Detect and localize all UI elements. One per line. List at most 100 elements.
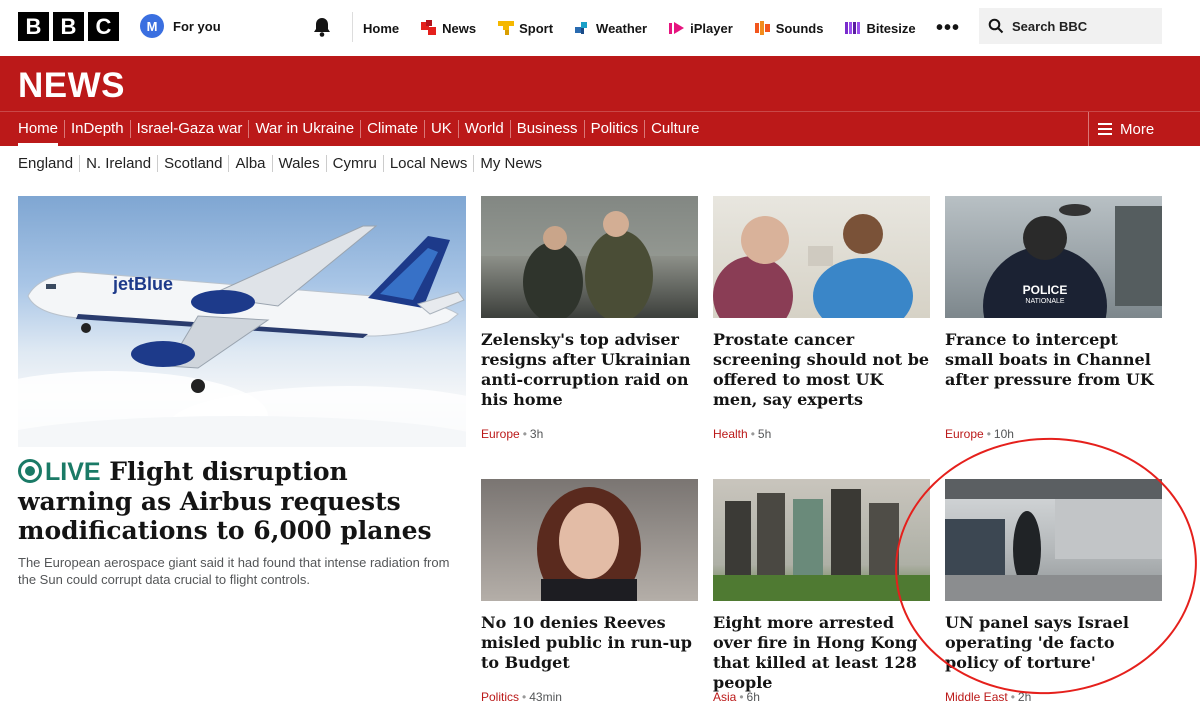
- story-meta: Europe • 10h: [945, 427, 1014, 441]
- for-you-label: For you: [173, 18, 221, 34]
- for-you-button[interactable]: M For you: [140, 14, 221, 38]
- story-image: [481, 196, 698, 318]
- story-card[interactable]: No 10 denies Reeves misled public in run…: [481, 479, 698, 673]
- logo-letter: B: [53, 12, 84, 41]
- news-title[interactable]: NEWS: [18, 66, 125, 106]
- section-business[interactable]: Business: [511, 120, 585, 138]
- story-card[interactable]: Eight more arrested over fire in Hong Ko…: [713, 479, 930, 693]
- section-more-button[interactable]: More: [1088, 112, 1200, 146]
- story-card[interactable]: UN panel says Israel operating 'de facto…: [945, 479, 1162, 673]
- lead-headline[interactable]: LIVE Flight disruption warning as Airbus…: [18, 457, 468, 545]
- story-title: France to intercept small boats in Chann…: [945, 330, 1154, 389]
- story-time: 10h: [993, 427, 1014, 441]
- weather-icon: [575, 22, 588, 34]
- story-time: 43min: [529, 690, 562, 704]
- nav-label: Weather: [596, 20, 648, 36]
- region-n-ireland[interactable]: N. Ireland: [80, 154, 159, 172]
- section-world[interactable]: World: [459, 120, 511, 138]
- section-politics[interactable]: Politics: [585, 120, 646, 138]
- search-icon: [988, 18, 1004, 34]
- story-title: Eight more arrested over fire in Hong Ko…: [713, 613, 918, 692]
- section-uk[interactable]: UK: [425, 120, 459, 138]
- news-header: NEWS: [0, 56, 1200, 111]
- story-card[interactable]: Prostate cancer screening should not be …: [713, 196, 930, 410]
- story-title: No 10 denies Reeves misled public in run…: [481, 613, 692, 672]
- live-label: LIVE: [45, 458, 101, 486]
- region-alba[interactable]: Alba: [229, 154, 273, 172]
- airplane-image: jetBlue: [18, 225, 466, 447]
- lead-summary: The European aerospace giant said it had…: [18, 555, 450, 587]
- story-image: [713, 196, 930, 318]
- story-meta: Europe • 3h: [481, 427, 544, 441]
- story-image: [945, 479, 1162, 601]
- story-time: 5h: [757, 427, 772, 441]
- lead-story-image[interactable]: jetBlue: [18, 196, 466, 447]
- story-meta: Middle East • 2h: [945, 690, 1032, 704]
- bitesize-icon: [845, 22, 861, 34]
- region-england[interactable]: England: [12, 154, 81, 172]
- nav-news[interactable]: News: [410, 0, 487, 56]
- logo-letter: C: [88, 12, 119, 41]
- nav-label: Bitesize: [866, 20, 916, 36]
- section-nav: Home InDepth Israel-Gaza war War in Ukra…: [0, 111, 1200, 147]
- region-scotland[interactable]: Scotland: [158, 154, 230, 172]
- section-home[interactable]: Home: [12, 120, 66, 147]
- story-meta: Asia • 6h: [713, 690, 760, 704]
- bell-icon[interactable]: [312, 16, 332, 38]
- nav-label: News: [442, 20, 477, 36]
- nav-iplayer[interactable]: iPlayer: [658, 0, 744, 56]
- section-culture[interactable]: Culture: [645, 120, 705, 138]
- story-tag[interactable]: Asia: [713, 690, 736, 704]
- section-indepth[interactable]: InDepth: [65, 120, 131, 138]
- nav-sounds[interactable]: Sounds: [744, 0, 835, 56]
- story-card[interactable]: Zelensky's top adviser resigns after Ukr…: [481, 196, 698, 410]
- live-badge: LIVE: [18, 458, 101, 486]
- nav-label: iPlayer: [690, 20, 733, 36]
- logo-letter: B: [18, 12, 49, 41]
- story-tag[interactable]: Europe: [481, 427, 520, 441]
- story-card[interactable]: POLICE NATIONALE France to intercept sma…: [945, 196, 1162, 390]
- hamburger-icon: [1098, 123, 1112, 135]
- police-text: POLICE: [1023, 283, 1068, 297]
- story-tag[interactable]: Health: [713, 427, 748, 441]
- bbc-top-bar: B B C M For you Home News Sport Weather …: [0, 0, 1200, 56]
- search-placeholder: Search BBC: [1012, 18, 1088, 34]
- avatar: M: [140, 14, 164, 38]
- section-climate[interactable]: Climate: [361, 120, 425, 138]
- bbc-logo[interactable]: B B C: [18, 12, 119, 41]
- nav-bitesize[interactable]: Bitesize: [834, 0, 926, 56]
- more-menu-icon[interactable]: •••: [936, 17, 960, 40]
- news-icon: [421, 20, 437, 35]
- story-tag[interactable]: Europe: [945, 427, 984, 441]
- story-time: 6h: [746, 690, 760, 704]
- nav-label: Sport: [519, 20, 554, 36]
- region-my-news[interactable]: My News: [474, 155, 548, 172]
- section-israel-gaza[interactable]: Israel-Gaza war: [131, 120, 250, 138]
- story-image: POLICE NATIONALE: [945, 196, 1162, 318]
- story-title: Prostate cancer screening should not be …: [713, 330, 930, 409]
- sport-icon: [498, 21, 515, 35]
- story-time: 3h: [529, 427, 544, 441]
- airline-text: jetBlue: [112, 274, 173, 294]
- story-image: [481, 479, 698, 601]
- nav-weather[interactable]: Weather: [564, 0, 658, 56]
- story-tag[interactable]: Middle East: [945, 690, 1008, 704]
- section-ukraine[interactable]: War in Ukraine: [249, 120, 362, 138]
- region-cymru[interactable]: Cymru: [327, 154, 384, 172]
- sounds-icon: [754, 21, 770, 35]
- nav-sport[interactable]: Sport: [487, 0, 564, 56]
- live-icon: [18, 459, 42, 483]
- iplayer-icon: [669, 22, 685, 34]
- region-wales[interactable]: Wales: [273, 154, 327, 172]
- region-local-news[interactable]: Local News: [384, 154, 475, 172]
- search-bar[interactable]: Search BBC: [979, 8, 1162, 44]
- nav-home[interactable]: Home: [352, 0, 410, 56]
- story-meta: Politics • 43min: [481, 690, 562, 704]
- nav-label: Sounds: [775, 20, 824, 36]
- region-nav: England N. Ireland Scotland Alba Wales C…: [12, 152, 548, 174]
- story-meta: Health • 5h: [713, 427, 772, 441]
- bbc-main-nav: Home News Sport Weather iPlayer Sounds B…: [352, 0, 927, 56]
- story-tag[interactable]: Politics: [481, 690, 519, 704]
- story-title: UN panel says Israel operating 'de facto…: [945, 613, 1129, 672]
- nav-label: Home: [363, 20, 400, 36]
